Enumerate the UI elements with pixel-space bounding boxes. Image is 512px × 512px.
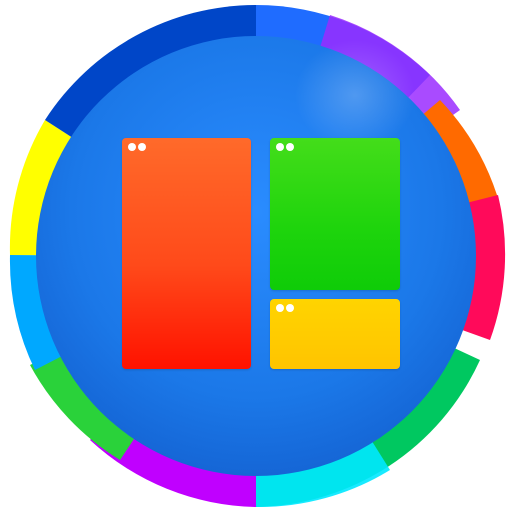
app-icon-stage — [0, 0, 512, 512]
window-dot — [128, 143, 136, 151]
window-dot — [138, 143, 146, 151]
top-right-pane — [270, 138, 400, 290]
window-dot — [276, 143, 284, 151]
window-dots — [276, 304, 294, 312]
window-layout-app-icon — [1, 1, 511, 511]
window-dot — [286, 143, 294, 151]
window-dot — [276, 304, 284, 312]
window-dot — [286, 304, 294, 312]
window-dots — [128, 143, 146, 151]
left-pane — [122, 138, 251, 369]
gloss-highlight — [295, 40, 415, 150]
bottom-right-pane — [270, 299, 400, 369]
window-dots — [276, 143, 294, 151]
